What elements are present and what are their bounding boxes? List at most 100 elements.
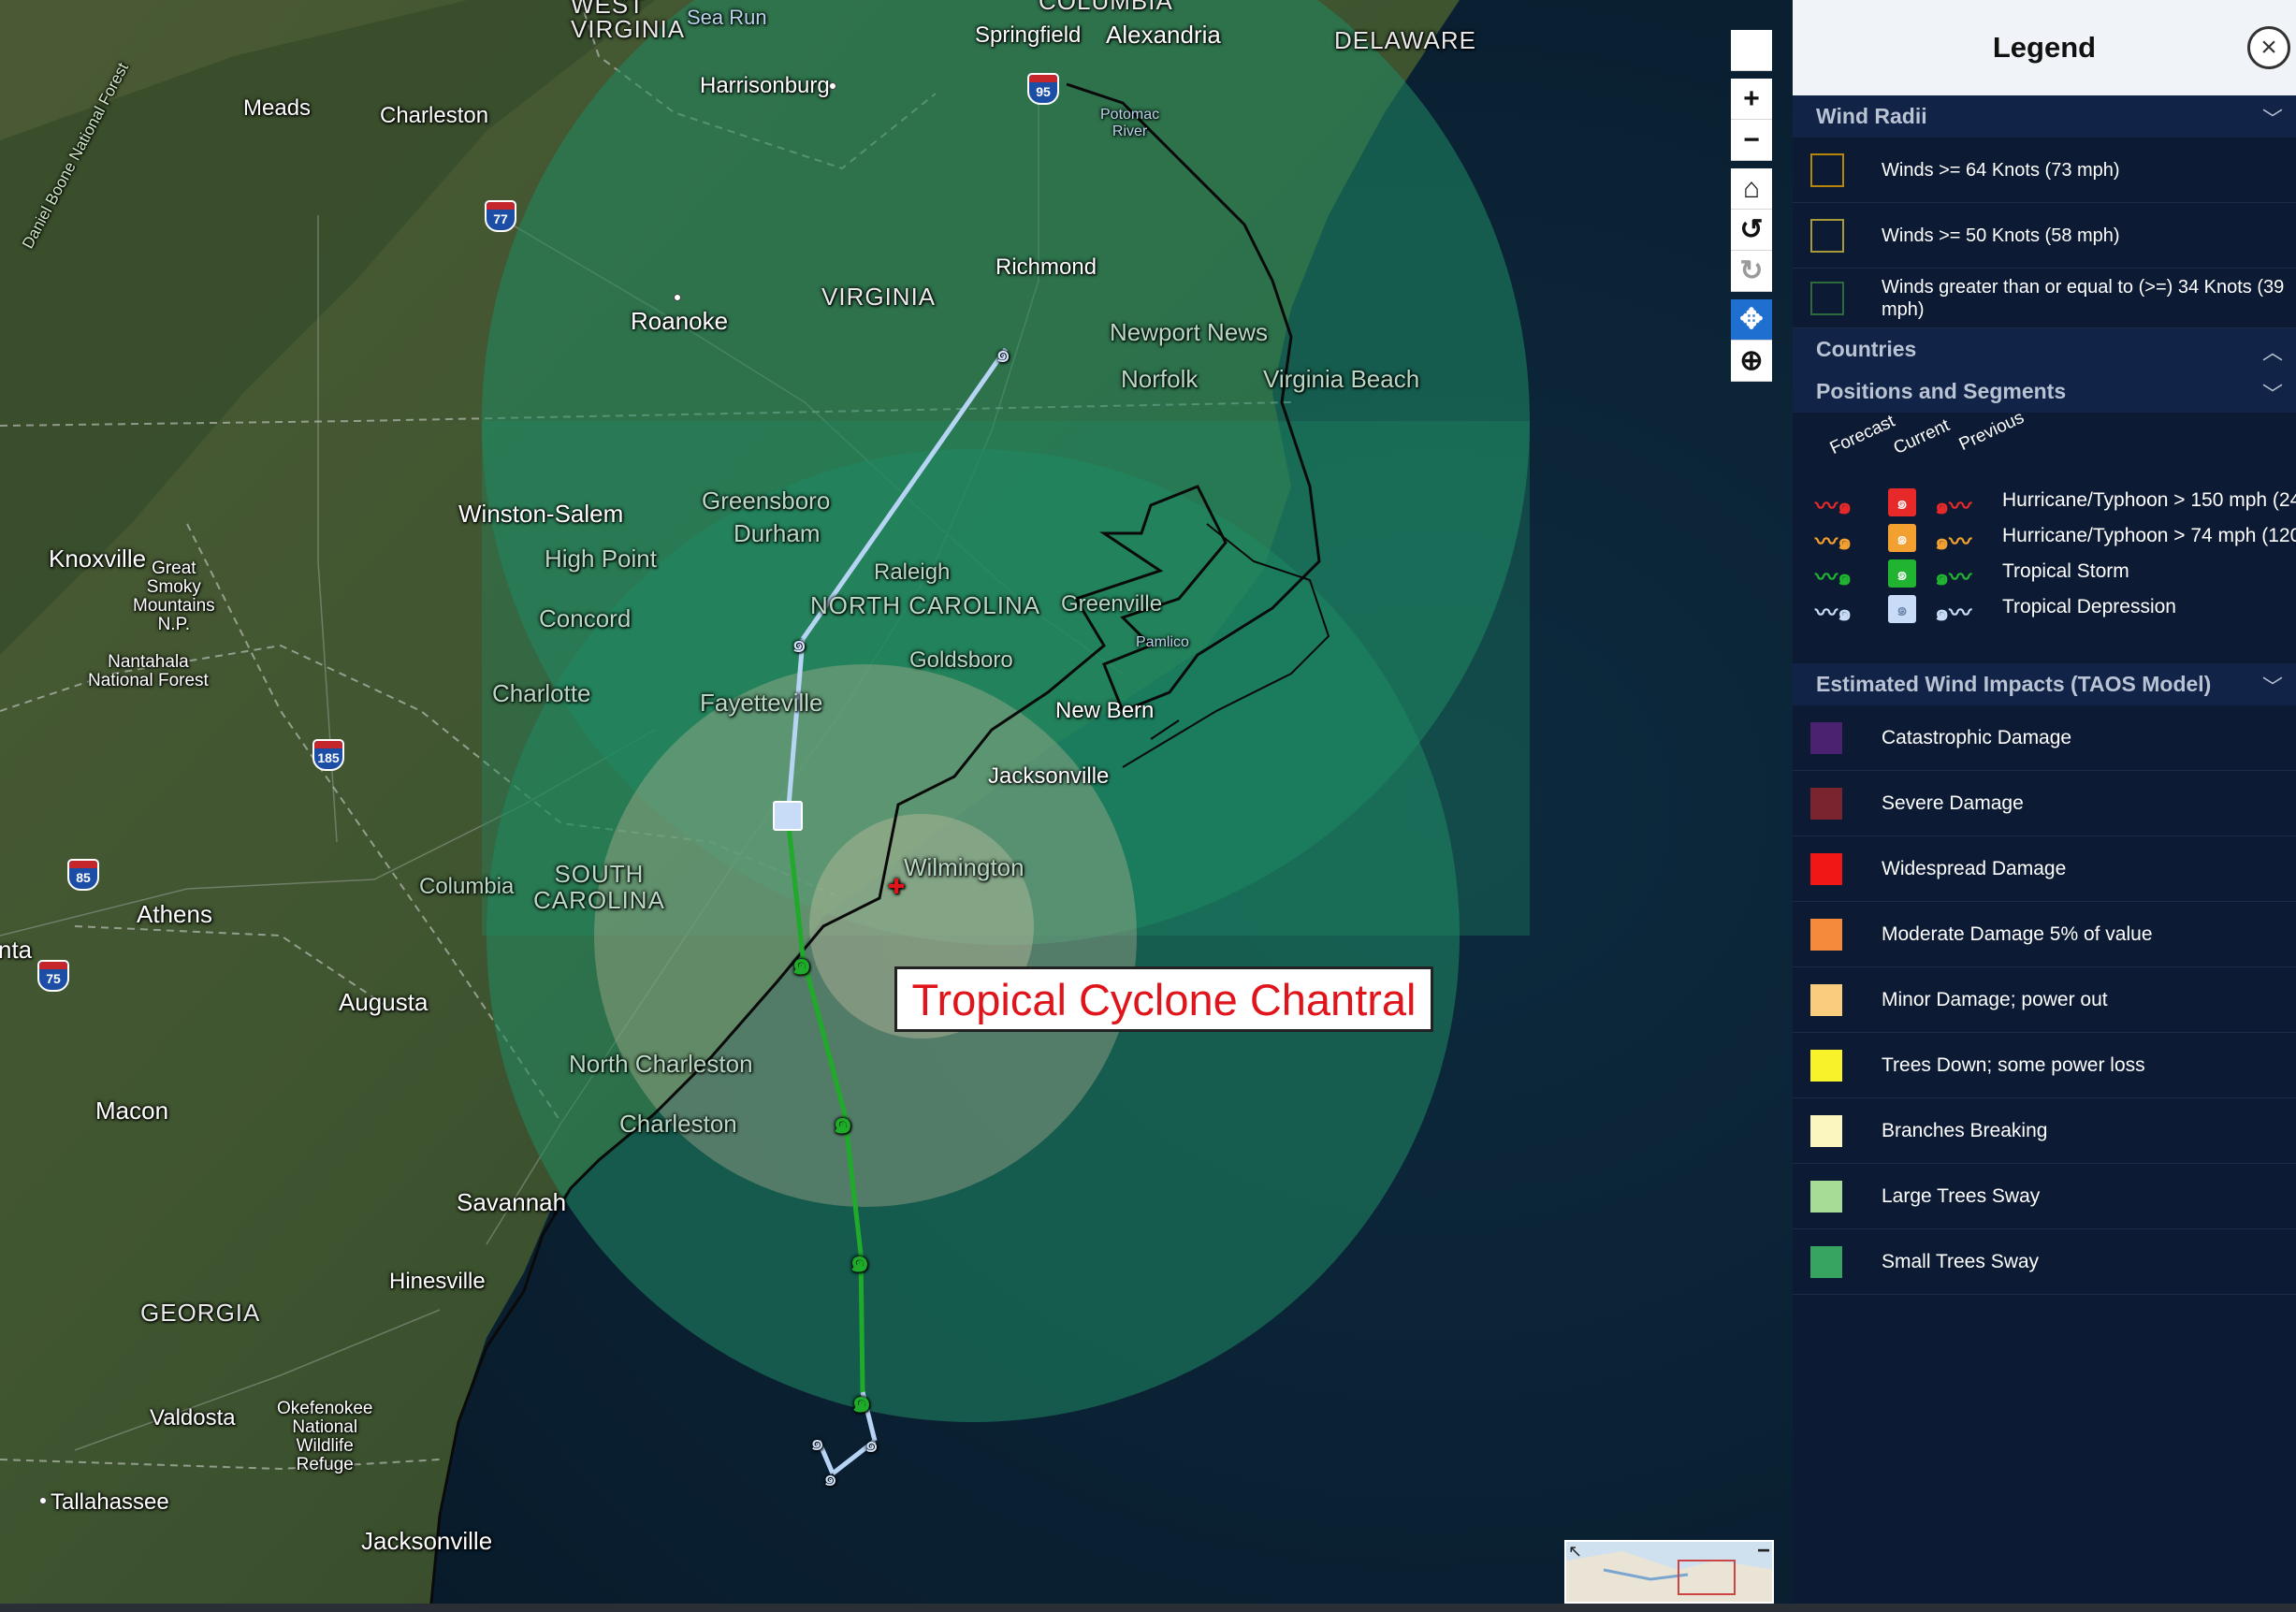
label-savannah: Savannah <box>457 1188 567 1216</box>
label-charlotte: Charlotte <box>492 679 591 707</box>
label-jacksonville-nc: Jacksonville <box>988 763 1110 789</box>
map-canvas <box>0 0 1793 1612</box>
location-pin-icon[interactable]: ✚ <box>888 875 905 899</box>
label-columbia-top: COLUMBIA <box>1039 0 1173 15</box>
interstate-185-shield: 185 <box>312 739 344 771</box>
legend-swatch <box>1810 852 1842 885</box>
legend-item: Winds greater than or equal to (>=) 34 K… <box>1793 269 2296 328</box>
label-durham: Durham <box>734 519 821 547</box>
label-tallahassee: Tallahassee <box>51 1489 169 1515</box>
rotate-ccw-icon[interactable]: ↺ <box>1731 210 1772 251</box>
track-point-previous-depression[interactable]: ๑ <box>823 1460 837 1496</box>
zoom-out-button[interactable]: − <box>1731 120 1772 161</box>
track-point-tropical-storm[interactable]: ๑ <box>851 1375 872 1426</box>
label-potomac-river: Potomac River <box>1100 107 1160 139</box>
section-title: Positions and Segments <box>1816 379 2067 403</box>
legend-item: Moderate Damage 5% of value <box>1793 902 2296 967</box>
label-fayetteville: Fayetteville <box>700 689 823 717</box>
label-sea-run: Sea Run <box>687 6 767 29</box>
section-wind-radii[interactable]: Wind Radii ﹀ <box>1793 95 2296 138</box>
label-charleston-sc: Charleston <box>619 1110 737 1138</box>
legend-swatch <box>1810 918 1842 951</box>
chevron-down-icon: ﹀ <box>2261 383 2283 406</box>
legend-label: Trees Down; some power loss <box>1882 1053 2145 1076</box>
chevron-down-icon: ﹀ <box>2261 108 2283 131</box>
label-charleston-wv: Charleston <box>380 103 489 128</box>
legend-item: Severe Damage <box>1793 771 2296 836</box>
positions-legend: Forecast Current Previous 〰๑ ๑ ๑〰 Hurric… <box>1793 408 2296 665</box>
blank-tool-button[interactable] <box>1731 30 1772 71</box>
label-north-carolina: NORTH CAROLINA <box>810 591 1041 619</box>
legend-swatch <box>1810 1049 1842 1082</box>
home-icon[interactable]: ⌂ <box>1731 168 1772 210</box>
label-knoxville: Knoxville <box>49 545 147 573</box>
track-point-previous-depression[interactable]: ๑ <box>810 1424 824 1460</box>
legend-item: Catastrophic Damage <box>1793 705 2296 771</box>
overview-expand-icon[interactable]: ↖ <box>1568 1542 1582 1561</box>
label-harrisonburg: Harrisonburg <box>700 73 830 98</box>
legend-label: Winds >= 64 Knots (73 mph) <box>1882 159 2120 181</box>
storm-name-callout[interactable]: Tropical Cyclone Chantral <box>894 966 1433 1032</box>
pan-icon[interactable]: ✥ <box>1731 299 1772 341</box>
track-point-forecast-depression[interactable]: ๑ <box>995 335 1011 373</box>
legend-item: 〰๑ ๑ ๑〰 Hurricane/Typhoon > 150 mph (24 <box>1793 484 2296 519</box>
legend-item: Minor Damage; power out <box>1793 967 2296 1033</box>
column-current: Current <box>1890 415 1954 459</box>
label-greensboro: Greensboro <box>702 487 831 515</box>
chevron-down-icon: ﹀ <box>2261 675 2283 699</box>
current-position-marker[interactable] <box>773 801 803 831</box>
map-toolbar: + − ⌂ ↺ ↻ ✥ ⊕ <box>1731 30 1772 382</box>
rotate-cw-icon[interactable]: ↻ <box>1731 251 1772 292</box>
track-point-tropical-storm[interactable]: ๑ <box>850 1235 870 1285</box>
section-positions-segments[interactable]: Positions and Segments ﹀ <box>1793 370 2296 413</box>
legend-item: 〰๑ ๑ ๑〰 Tropical Depression <box>1793 590 2296 626</box>
legend-panel: Legend × Wind Radii ﹀ Winds >= 64 Knots … <box>1793 0 2296 1604</box>
city-dot <box>674 294 681 301</box>
legend-item: Trees Down; some power loss <box>1793 1033 2296 1098</box>
section-countries[interactable]: Countries ︿ <box>1793 328 2296 370</box>
label-virginia: VIRGINIA <box>821 283 937 311</box>
overview-map[interactable]: ↖ − <box>1564 1540 1774 1604</box>
legend-swatch <box>1810 721 1842 754</box>
legend-label: Winds >= 50 Knots (58 mph) <box>1882 225 2120 246</box>
label-atlanta-partial: nta <box>0 936 33 964</box>
forecast-track-icon: 〰๑ <box>1815 601 1853 626</box>
legend-label: Small Trees Sway <box>1882 1250 2040 1272</box>
interstate-75-shield: 75 <box>37 960 69 992</box>
label-okefenokee: Okefenokee National Wildlife Refuge <box>277 1399 373 1474</box>
column-previous: Previous <box>1955 407 2027 456</box>
legend-label: Hurricane/Typhoon > 150 mph (24 <box>2002 489 2296 511</box>
track-point-previous-depression[interactable]: ๑ <box>865 1426 879 1462</box>
legend-label: Widespread Damage <box>1882 857 2067 879</box>
label-high-point: High Point <box>545 545 657 573</box>
map-view[interactable]: ๑ ๑ ๑ ๑ ๑ ๑ ๑ ๑ ๑ ✚ WEST VIRGINIA COLUMB… <box>0 0 1793 1612</box>
label-springfield: Springfield <box>975 22 1082 48</box>
label-augusta: Augusta <box>339 988 429 1016</box>
legend-swatch <box>1810 787 1842 820</box>
label-goldsboro: Goldsboro <box>909 647 1013 673</box>
zoom-box-icon[interactable]: ⊕ <box>1731 341 1772 382</box>
legend-label: Tropical Storm <box>2002 560 2129 582</box>
city-dot <box>829 82 836 90</box>
label-norfolk: Norfolk <box>1121 365 1199 393</box>
label-wilmington: Wilmington <box>904 853 1024 881</box>
legend-label: Large Trees Sway <box>1882 1184 2041 1207</box>
track-point-tropical-storm[interactable]: ๑ <box>792 937 812 988</box>
legend-swatch <box>1810 1180 1842 1213</box>
current-marker-icon: ๑ <box>1888 559 1916 588</box>
legend-swatch <box>1810 1114 1842 1147</box>
track-point-tropical-storm[interactable]: ๑ <box>833 1096 853 1147</box>
legend-item: 〰๑ ๑ ๑〰 Tropical Storm <box>1793 555 2296 590</box>
overview-collapse-icon[interactable]: − <box>1757 1542 1770 1564</box>
section-wind-impacts[interactable]: Estimated Wind Impacts (TAOS Model) ﹀ <box>1793 663 2296 705</box>
legend-label: Catastrophic Damage <box>1882 726 2072 748</box>
label-meads: Meads <box>243 95 312 121</box>
legend-title: Legend <box>1992 31 2097 64</box>
legend-swatch <box>1810 218 1844 253</box>
legend-label: Hurricane/Typhoon > 74 mph (120 <box>2002 525 2296 546</box>
legend-item: Winds >= 50 Knots (58 mph) <box>1793 203 2296 269</box>
zoom-in-button[interactable]: + <box>1731 79 1772 120</box>
track-point-forecast-depression[interactable]: ๑ <box>792 625 807 663</box>
label-winston-salem: Winston-Salem <box>458 500 624 528</box>
close-icon[interactable]: × <box>2247 26 2290 69</box>
